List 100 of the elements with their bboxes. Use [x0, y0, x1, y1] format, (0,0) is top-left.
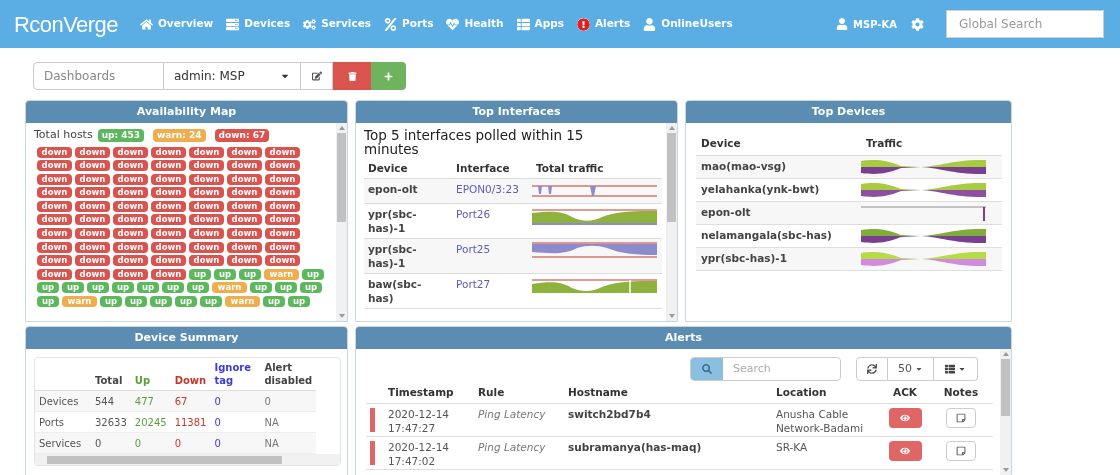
host-status-tile[interactable]: up [189, 268, 211, 280]
host-status-tile[interactable]: up [302, 268, 324, 280]
host-status-tile[interactable]: down [227, 214, 262, 226]
host-status-tile[interactable]: down [113, 146, 148, 158]
host-status-tile[interactable]: down [265, 200, 300, 212]
host-status-tile[interactable]: down [227, 187, 262, 199]
host-status-tile[interactable]: down [151, 146, 186, 158]
host-status-tile[interactable]: down [75, 146, 110, 158]
host-status-tile[interactable]: down [113, 255, 148, 267]
host-status-tile[interactable]: down [75, 255, 110, 267]
host-status-tile[interactable]: down [37, 146, 72, 158]
host-status-tile[interactable]: down [227, 146, 262, 158]
host-status-tile[interactable]: up [62, 282, 84, 294]
horizontal-scrollbar[interactable] [35, 454, 340, 465]
host-status-tile[interactable]: down [227, 200, 262, 212]
host-status-tile[interactable]: up [100, 296, 122, 308]
nav-link[interactable]: OnlineUsers [643, 16, 733, 32]
host-status-tile[interactable]: up [250, 282, 272, 294]
nav-link[interactable]: Apps [516, 16, 564, 32]
host-status-tile[interactable]: up [187, 282, 209, 294]
host-status-tile[interactable]: down [265, 214, 300, 226]
global-search-field[interactable]: Global Search [946, 10, 1104, 38]
refresh-button[interactable] [856, 357, 888, 381]
host-status-tile[interactable]: down [151, 173, 186, 185]
user-menu[interactable]: MSP-KA [836, 16, 897, 32]
scrollbar[interactable] [666, 123, 677, 321]
host-status-tile[interactable]: down [151, 268, 186, 280]
host-status-tile[interactable]: down [265, 146, 300, 158]
host-status-tile[interactable]: up [150, 296, 172, 308]
host-status-tile[interactable]: up [175, 296, 197, 308]
host-status-tile[interactable]: down [113, 241, 148, 253]
delete-button[interactable] [333, 62, 371, 90]
columns-dropdown[interactable] [934, 357, 978, 381]
acknowledge-button[interactable] [888, 440, 922, 461]
nav-link[interactable]: Alerts [576, 16, 631, 32]
host-status-tile[interactable]: down [37, 160, 72, 172]
host-status-tile[interactable]: down [227, 255, 262, 267]
host-status-tile[interactable]: down [37, 228, 72, 240]
host-status-tile[interactable]: down [189, 228, 224, 240]
host-status-tile[interactable]: down [113, 200, 148, 212]
host-status-tile[interactable]: down [227, 173, 262, 185]
host-status-tile[interactable]: down [189, 173, 224, 185]
host-status-tile[interactable]: up [300, 282, 322, 294]
host-status-tile[interactable]: up [125, 296, 147, 308]
host-status-tile[interactable]: down [75, 268, 110, 280]
host-status-tile[interactable]: down [75, 214, 110, 226]
host-status-tile[interactable]: down [151, 255, 186, 267]
logo[interactable]: RconVerge [14, 7, 118, 41]
host-status-tile[interactable]: down [151, 200, 186, 212]
host-status-tile[interactable]: down [75, 228, 110, 240]
host-status-tile[interactable]: down [189, 241, 224, 253]
host-status-tile[interactable]: down [75, 200, 110, 212]
settings-icon[interactable] [911, 17, 924, 31]
host-status-tile[interactable]: up [239, 268, 261, 280]
host-status-tile[interactable]: down [75, 173, 110, 185]
host-status-tile[interactable]: down [113, 160, 148, 172]
nav-link[interactable]: Health [446, 16, 504, 32]
add-button[interactable] [371, 62, 406, 90]
host-status-tile[interactable]: down [37, 255, 72, 267]
interface-link[interactable]: Port25 [452, 238, 532, 273]
nav-link[interactable]: Ports [384, 16, 434, 32]
host-status-tile[interactable]: down [227, 241, 262, 253]
host-status-tile[interactable]: down [151, 228, 186, 240]
host-status-tile[interactable]: down [75, 187, 110, 199]
host-status-tile[interactable]: down [265, 187, 300, 199]
host-status-tile[interactable]: down [189, 146, 224, 158]
scrollbar[interactable] [336, 123, 347, 321]
host-status-tile[interactable]: down [265, 228, 300, 240]
interface-link[interactable]: Port26 [452, 203, 532, 238]
notes-button[interactable] [946, 407, 976, 428]
host-status-tile[interactable]: up [37, 296, 59, 308]
host-status-tile[interactable]: down [37, 200, 72, 212]
host-status-tile[interactable]: down [75, 241, 110, 253]
scrollbar[interactable] [1000, 349, 1011, 475]
page-size-dropdown[interactable]: 50 [888, 357, 934, 381]
host-status-tile[interactable]: down [151, 187, 186, 199]
host-status-tile[interactable]: down [227, 228, 262, 240]
host-status-tile[interactable]: down [113, 268, 148, 280]
host-status-tile[interactable]: down [37, 241, 72, 253]
host-status-tile[interactable]: down [151, 214, 186, 226]
host-status-tile[interactable]: up [37, 282, 59, 294]
host-status-tile[interactable]: down [113, 228, 148, 240]
host-status-tile[interactable]: down [265, 160, 300, 172]
host-status-tile[interactable]: down [37, 173, 72, 185]
host-status-tile[interactable]: down [113, 214, 148, 226]
host-status-tile[interactable]: up [288, 296, 310, 308]
host-status-tile[interactable]: down [113, 173, 148, 185]
host-status-tile[interactable]: down [37, 214, 72, 226]
interface-link[interactable]: Port27 [452, 273, 532, 308]
host-status-tile[interactable]: down [37, 187, 72, 199]
host-status-tile[interactable]: down [75, 160, 110, 172]
host-status-tile[interactable]: up [162, 282, 184, 294]
alerts-search-field[interactable]: Search [690, 357, 841, 381]
host-status-tile[interactable]: up [214, 268, 236, 280]
host-status-tile[interactable]: down [189, 160, 224, 172]
host-status-tile[interactable]: down [265, 173, 300, 185]
host-status-tile[interactable]: down [265, 255, 300, 267]
host-status-tile[interactable]: down [227, 160, 262, 172]
acknowledge-button[interactable] [888, 407, 922, 428]
interface-link[interactable]: EPON0/3:23 [452, 178, 532, 203]
